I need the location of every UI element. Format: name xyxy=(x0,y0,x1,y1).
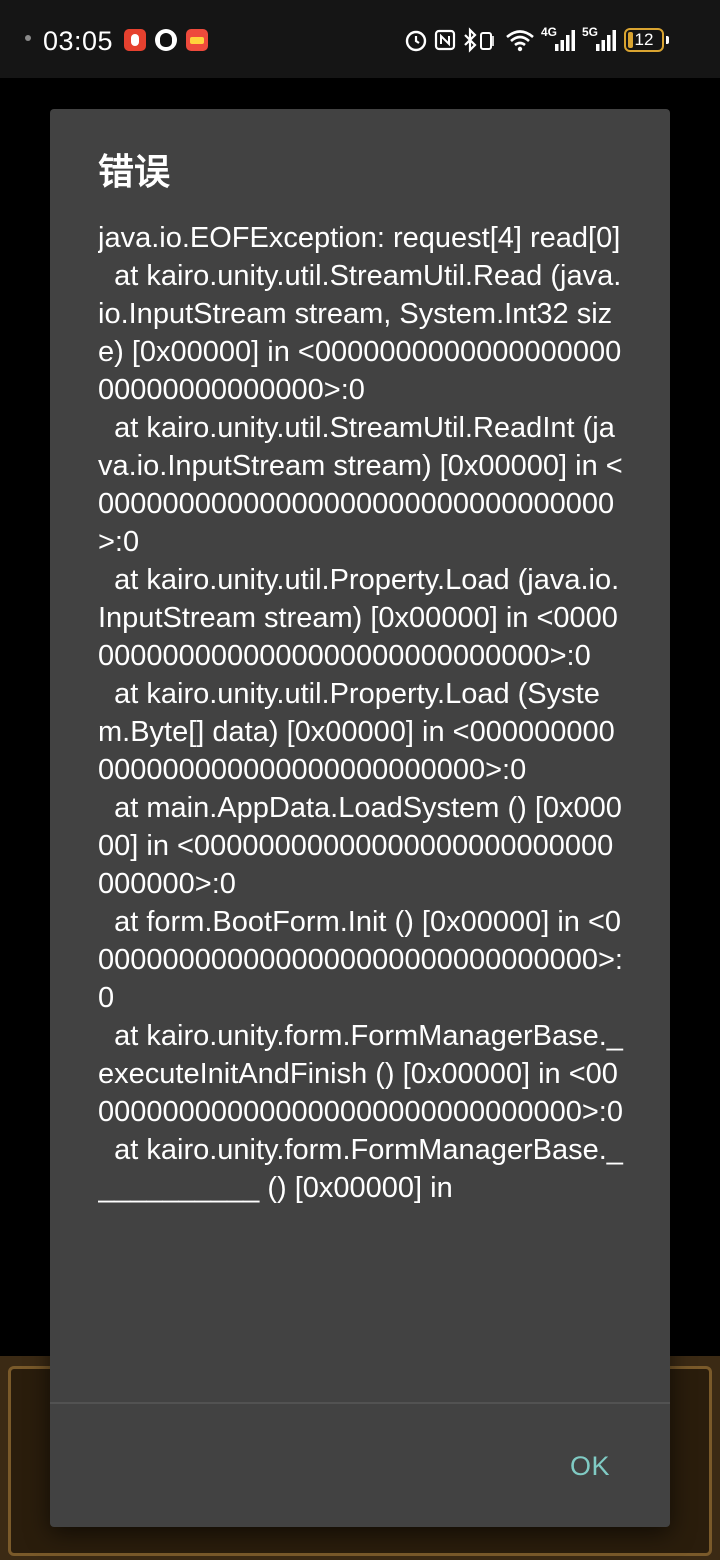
battery-icon: 12 xyxy=(624,28,664,52)
nfc-icon xyxy=(434,29,456,51)
qq-icon xyxy=(155,29,177,51)
dialog-divider xyxy=(50,1402,670,1404)
status-bar: 03:05 4G 5G 12 xyxy=(0,0,720,78)
signal-4g-icon: 4G xyxy=(541,26,577,54)
error-dialog: 错误 java.io.EOFException: request[4] read… xyxy=(50,109,670,1527)
bluetooth-vibrate-icon xyxy=(464,27,494,53)
dialog-message[interactable]: java.io.EOFException: request[4] read[0]… xyxy=(98,219,624,1399)
status-time: 03:05 xyxy=(43,26,114,56)
signal-5g-icon: 5G xyxy=(582,26,618,54)
dialog-title: 错误 xyxy=(98,152,171,193)
wifi-icon xyxy=(506,30,534,52)
alarm-icon xyxy=(405,30,427,52)
app-notification-icon xyxy=(186,29,208,51)
red-app-notification-icon xyxy=(124,29,146,51)
battery-cap xyxy=(666,36,669,44)
screen: 03:05 4G 5G 12 错误 java.io.EOFException: … xyxy=(0,0,720,1560)
status-dot xyxy=(25,35,31,41)
battery-level: 12 xyxy=(634,30,654,49)
ok-button[interactable]: OK xyxy=(562,1444,618,1488)
